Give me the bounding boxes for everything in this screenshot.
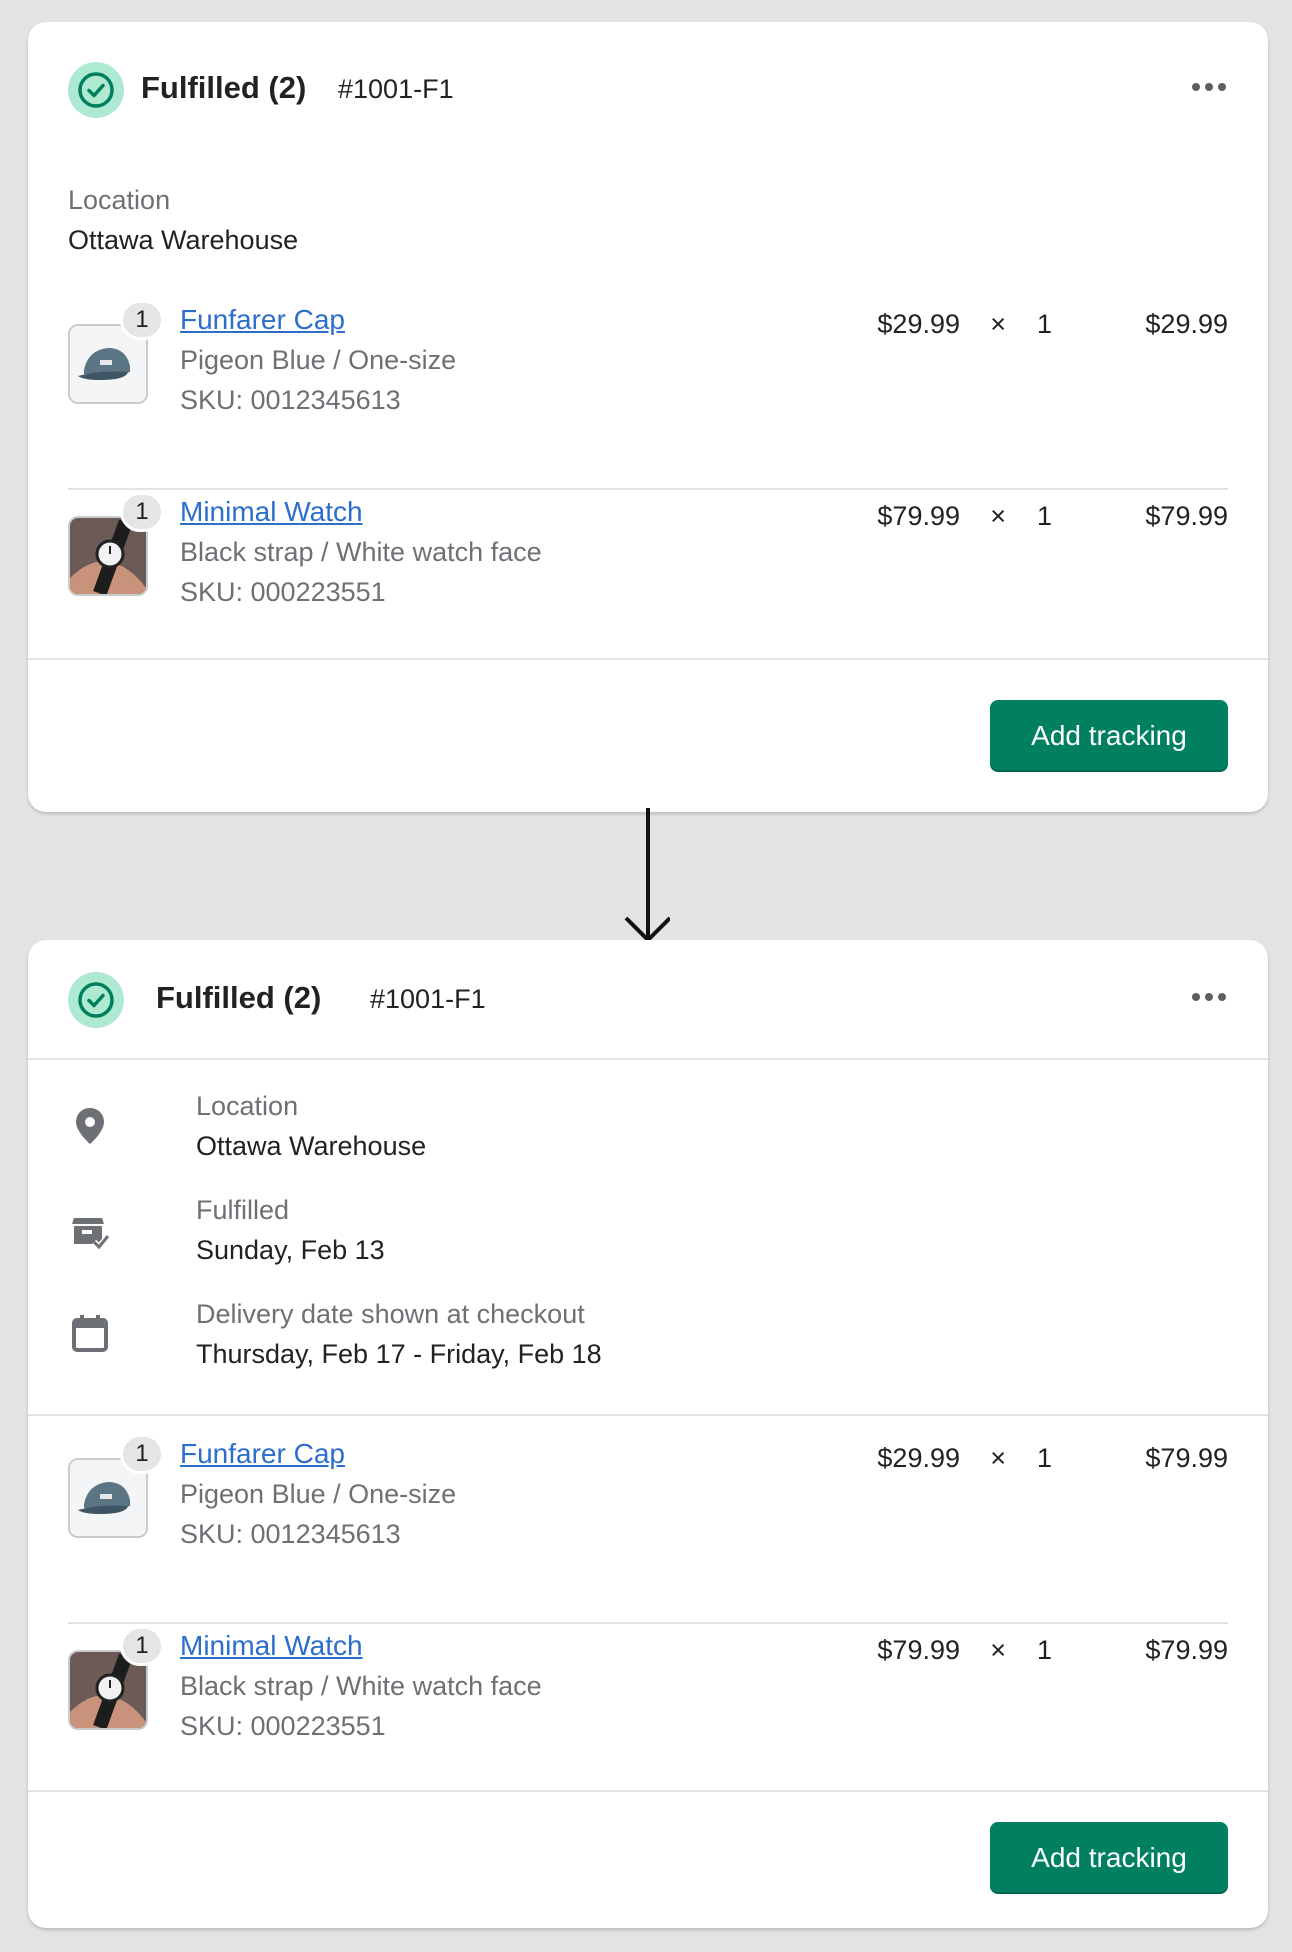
fulfillment-details: Location Ottawa Warehouse Fulfilled Sund… (28, 1060, 1268, 1416)
line-item: 1 Funfarer Cap Pigeon Blue / One-size SK… (68, 300, 1228, 490)
dot-icon (1218, 993, 1226, 1001)
detail-value: Ottawa Warehouse (196, 1131, 427, 1161)
quantity-badge: 1 (120, 492, 164, 532)
line-item: 1 Minimal Watch Black strap / White watc… (68, 492, 1228, 682)
calendar-icon (72, 1315, 108, 1352)
card-header: Fulfilled (2) #1001-F1 (28, 22, 1268, 152)
detail-label: Location (196, 1091, 299, 1121)
detail-value: Sunday, Feb 13 (196, 1235, 385, 1265)
fulfillment-card-after: Fulfilled (2) #1001-F1 Location Ottawa W… (28, 940, 1268, 1928)
dot-icon (1192, 83, 1200, 91)
item-quantity: 1 (1036, 309, 1052, 339)
unit-price: $79.99 (877, 1635, 960, 1665)
times-sign: × (990, 501, 1006, 531)
down-arrow-icon (624, 808, 670, 942)
add-tracking-button[interactable]: Add tracking (990, 1822, 1228, 1894)
unit-price: $29.99 (877, 1443, 960, 1473)
detail-label: Fulfilled (196, 1195, 290, 1225)
item-quantity: 1 (1036, 1443, 1052, 1473)
dot-icon (1192, 993, 1200, 1001)
product-link[interactable]: Minimal Watch (180, 1626, 363, 1666)
quantity-badge: 1 (120, 300, 164, 340)
location-info: Location Ottawa Warehouse (68, 180, 298, 260)
order-number: #1001-F1 (370, 984, 486, 1014)
location-label: Location (68, 185, 171, 215)
item-details: Minimal Watch Black strap / White watch … (180, 1626, 542, 1746)
item-quantity: 1 (1036, 1635, 1052, 1665)
item-details: Minimal Watch Black strap / White watch … (180, 492, 542, 612)
card-footer: Add tracking (28, 1790, 1268, 1928)
unit-price: $29.99 (877, 309, 960, 339)
dot-icon (1205, 993, 1213, 1001)
item-quantity: 1 (1036, 501, 1052, 531)
fulfilled-check-icon (68, 972, 124, 1028)
add-tracking-button[interactable]: Add tracking (990, 700, 1228, 772)
times-sign: × (990, 1635, 1006, 1665)
times-sign: × (990, 309, 1006, 339)
line-total: $79.99 (1145, 1635, 1228, 1665)
line-total: $79.99 (1145, 1443, 1228, 1473)
fulfilled-box-icon (72, 1218, 111, 1252)
product-variant: Black strap / White watch face (180, 1671, 542, 1701)
product-sku: SKU: 000223551 (180, 577, 386, 607)
unit-price: $79.99 (877, 501, 960, 531)
detail-delivery-date: Delivery date shown at checkout Thursday… (68, 1294, 1168, 1374)
more-actions-button[interactable] (1192, 990, 1226, 1004)
product-variant: Pigeon Blue / One-size (180, 345, 457, 375)
product-variant: Pigeon Blue / One-size (180, 1479, 457, 1509)
item-details: Funfarer Cap Pigeon Blue / One-size SKU:… (180, 300, 456, 420)
quantity-badge: 1 (120, 1626, 164, 1666)
product-link[interactable]: Minimal Watch (180, 492, 363, 532)
detail-location: Location Ottawa Warehouse (68, 1086, 1168, 1166)
fulfillment-card-before: Fulfilled (2) #1001-F1 Location Ottawa W… (28, 22, 1268, 812)
product-sku: SKU: 0012345613 (180, 385, 401, 415)
order-number: #1001-F1 (338, 74, 454, 104)
fulfillment-status-title: Fulfilled (2) (156, 980, 322, 1015)
card-footer: Add tracking (28, 658, 1268, 812)
location-value: Ottawa Warehouse (68, 225, 299, 255)
line-total: $29.99 (1145, 309, 1228, 339)
product-link[interactable]: Funfarer Cap (180, 300, 345, 340)
detail-label: Delivery date shown at checkout (196, 1299, 585, 1329)
card-header: Fulfilled (2) #1001-F1 (28, 940, 1268, 1060)
product-sku: SKU: 0012345613 (180, 1519, 401, 1549)
more-actions-button[interactable] (1192, 80, 1226, 94)
times-sign: × (990, 1443, 1006, 1473)
dot-icon (1205, 83, 1213, 91)
line-total: $79.99 (1145, 501, 1228, 531)
quantity-badge: 1 (120, 1434, 164, 1474)
line-item: 1 Minimal Watch Black strap / White watc… (68, 1626, 1228, 1816)
line-item: 1 Funfarer Cap Pigeon Blue / One-size SK… (68, 1434, 1228, 1624)
product-variant: Black strap / White watch face (180, 537, 542, 567)
fulfilled-check-icon (68, 62, 124, 118)
item-details: Funfarer Cap Pigeon Blue / One-size SKU:… (180, 1434, 456, 1554)
detail-value: Thursday, Feb 17 - Friday, Feb 18 (196, 1339, 602, 1369)
fulfillment-status-title: Fulfilled (2) (141, 70, 307, 105)
product-link[interactable]: Funfarer Cap (180, 1434, 345, 1474)
detail-fulfilled: Fulfilled Sunday, Feb 13 (68, 1190, 1168, 1270)
dot-icon (1218, 83, 1226, 91)
product-sku: SKU: 000223551 (180, 1711, 386, 1741)
location-pin-icon (76, 1108, 104, 1144)
